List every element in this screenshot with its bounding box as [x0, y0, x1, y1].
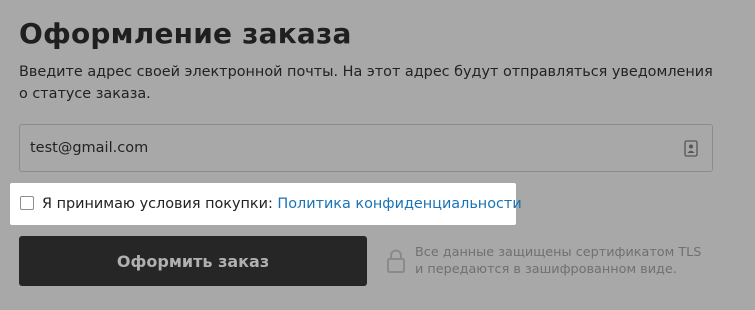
- email-description: Введите адрес своей электронной почты. Н…: [19, 64, 713, 102]
- privacy-policy-link[interactable]: Политика конфиденциальности: [277, 196, 521, 212]
- contact-card-icon[interactable]: [684, 140, 698, 157]
- consent-text: Я принимаю условия покупки:: [42, 196, 278, 212]
- email-field-container: [19, 124, 713, 172]
- place-order-button[interactable]: Оформить заказ: [19, 236, 367, 286]
- consent-label: Я принимаю условия покупки: Политика кон…: [42, 195, 522, 213]
- security-note-line-2: и передаются в зашифрованном виде.: [415, 262, 677, 277]
- lock-icon: [387, 249, 405, 273]
- email-field[interactable]: [20, 125, 670, 171]
- security-note-line-1: Все данные защищены сертификатом TLS: [415, 245, 702, 260]
- security-note: Все данные защищены сертификатом TLS и пе…: [415, 244, 735, 278]
- terms-checkbox[interactable]: [20, 196, 34, 210]
- page-title: Оформление заказа: [19, 17, 352, 50]
- consent-row: Я принимаю условия покупки: Политика кон…: [10, 183, 522, 225]
